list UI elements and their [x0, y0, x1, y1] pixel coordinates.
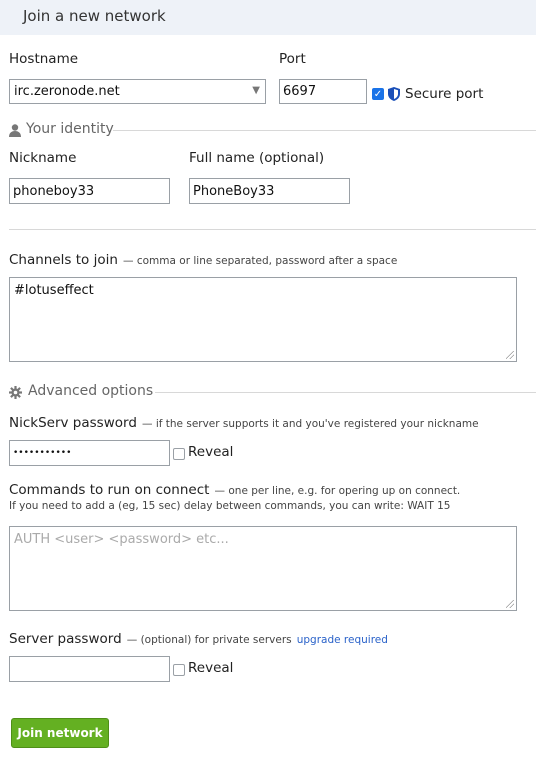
- commands-label: Commands to run on connect: [9, 482, 210, 498]
- nickname-label: Nickname: [9, 150, 77, 166]
- page-title: Join a new network: [23, 7, 166, 25]
- server-password-reveal-checkbox[interactable]: [173, 664, 185, 676]
- nickserv-password-input[interactable]: [9, 440, 170, 466]
- server-password-label-row: Server password — (optional) for private…: [9, 628, 388, 647]
- upgrade-required-link[interactable]: upgrade required: [297, 634, 388, 646]
- nickserv-hint: — if the server supports it and you've r…: [141, 418, 479, 430]
- user-icon: [9, 122, 21, 141]
- dropdown-arrow-icon: ▼: [252, 85, 260, 96]
- fullname-label: Full name (optional): [189, 150, 325, 166]
- nickserv-label: NickServ password: [9, 415, 137, 431]
- resize-handle-icon[interactable]: [506, 351, 514, 359]
- shield-icon: [388, 86, 400, 105]
- server-password-input[interactable]: [9, 656, 170, 682]
- channels-textarea[interactable]: #lotuseffect: [9, 277, 517, 362]
- commands-placeholder: AUTH <user> <password> etc...: [14, 532, 229, 547]
- identity-divider: [113, 130, 536, 131]
- channels-label: Channels to join: [9, 252, 118, 268]
- server-password-reveal-label: Reveal: [188, 660, 234, 676]
- advanced-section-title: Advanced options: [28, 383, 154, 399]
- nickname-input[interactable]: [9, 178, 170, 204]
- server-password-hint: — (optional) for private servers: [126, 634, 292, 646]
- advanced-divider: [155, 392, 536, 393]
- commands-textarea[interactable]: AUTH <user> <password> etc...: [9, 526, 517, 611]
- nickserv-label-row: NickServ password — if the server suppor…: [9, 412, 479, 431]
- channels-hint: — comma or line separated, password afte…: [123, 255, 398, 267]
- commands-label-row: Commands to run on connect — one per lin…: [9, 479, 460, 498]
- join-network-button[interactable]: Join network: [11, 718, 109, 748]
- port-input[interactable]: [279, 79, 367, 104]
- channels-label-row: Channels to join — comma or line separat…: [9, 249, 397, 268]
- fullname-input[interactable]: [189, 178, 350, 204]
- server-password-label: Server password: [9, 631, 122, 647]
- hostname-label: Hostname: [9, 51, 79, 67]
- gear-icon: [9, 384, 22, 403]
- secure-port-label: Secure port: [405, 86, 484, 102]
- commands-hint: — one per line, e.g. for opering up on c…: [214, 485, 461, 497]
- resize-handle-icon[interactable]: [506, 600, 514, 608]
- channels-value: #lotuseffect: [14, 283, 94, 298]
- commands-hint-secondary: If you need to add a (eg, 15 sec) delay …: [9, 500, 451, 512]
- port-label: Port: [279, 51, 306, 67]
- hostname-select[interactable]: irc.zeronode.net ▼: [9, 79, 266, 104]
- secure-port-checkbox[interactable]: ✓: [372, 88, 384, 100]
- nickserv-reveal-checkbox[interactable]: [173, 448, 185, 460]
- nickserv-reveal-label: Reveal: [188, 444, 234, 460]
- section-divider: [9, 229, 536, 230]
- identity-section-title: Your identity: [26, 121, 114, 137]
- hostname-value: irc.zeronode.net: [14, 84, 120, 99]
